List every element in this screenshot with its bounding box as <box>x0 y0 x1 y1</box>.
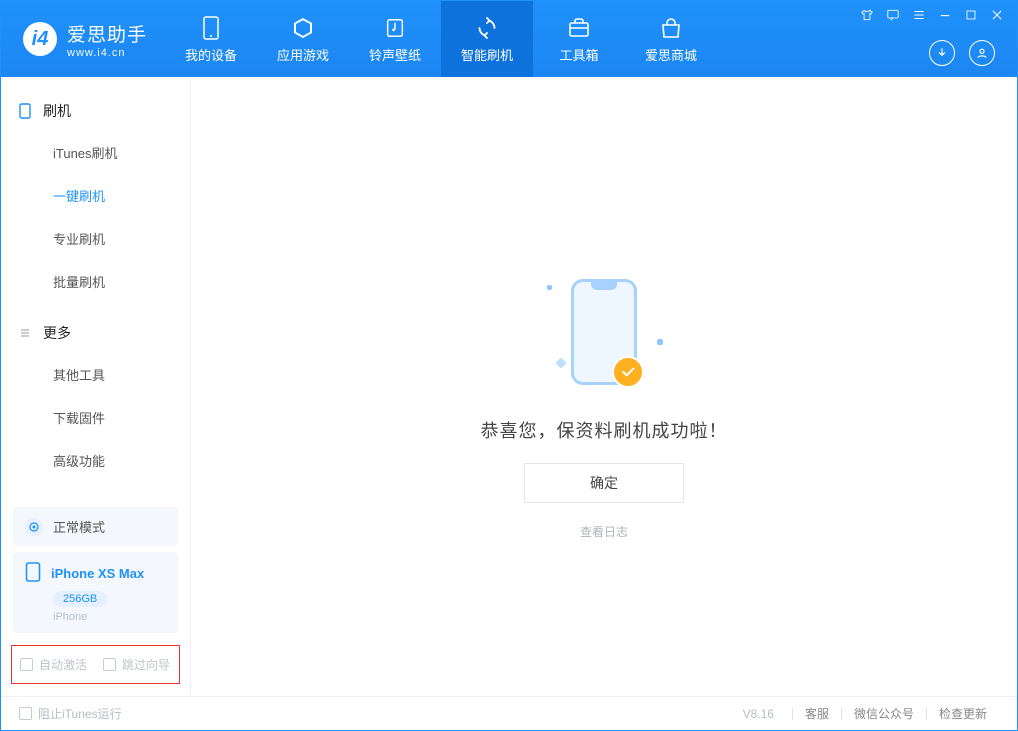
footer-link-update[interactable]: 检查更新 <box>927 705 999 722</box>
close-button[interactable] <box>987 5 1007 25</box>
flash-result: 恭喜您，保资料刷机成功啦！ 确定 查看日志 <box>191 267 1017 540</box>
checkbox-auto-activate[interactable]: 自动激活 <box>20 656 87 673</box>
nav-tab-toolbox[interactable]: 工具箱 <box>533 1 625 77</box>
body: 刷机 iTunes刷机 一键刷机 专业刷机 批量刷机 更多 其他工具 下载固件 … <box>1 77 1017 696</box>
sidebar-item-pro-flash[interactable]: 专业刷机 <box>1 217 190 260</box>
footer: 阻止iTunes运行 V8.16 客服 微信公众号 检查更新 <box>1 696 1017 730</box>
sidebar-item-itunes-flash[interactable]: iTunes刷机 <box>1 131 190 174</box>
logo-text: 爱思助手 www.i4.cn <box>67 20 147 59</box>
nav-label: 爱思商城 <box>645 45 697 64</box>
phone-outline-icon <box>25 562 41 585</box>
side-group-flash[interactable]: 刷机 <box>1 91 190 131</box>
briefcase-icon <box>566 15 592 41</box>
titlebar: i4 爱思助手 www.i4.cn 我的设备 应用游戏 <box>1 1 1017 77</box>
side-group-label: 更多 <box>43 323 71 343</box>
device-mode-card[interactable]: 正常模式 <box>13 507 178 546</box>
account-controls <box>929 29 1009 77</box>
sparkle-icon <box>547 285 552 290</box>
app-name-en: www.i4.cn <box>67 47 147 59</box>
phone-small-icon <box>19 103 33 119</box>
success-message: 恭喜您，保资料刷机成功啦！ <box>481 417 728 443</box>
device-os-label: iPhone <box>53 611 166 623</box>
device-info-card[interactable]: iPhone XS Max 256GB iPhone <box>13 552 178 633</box>
footer-right: V8.16 客服 微信公众号 检查更新 <box>743 705 999 722</box>
refresh-icon <box>474 15 500 41</box>
window-controls <box>857 1 1009 29</box>
list-icon <box>19 327 33 339</box>
logo-block: i4 爱思助手 www.i4.cn <box>1 1 165 77</box>
checkbox-icon <box>103 658 116 671</box>
ok-button[interactable]: 确定 <box>524 463 684 503</box>
version-label: V8.16 <box>743 707 774 721</box>
nav-label: 工具箱 <box>560 45 599 64</box>
sidebar-item-download-firmware[interactable]: 下载固件 <box>1 396 190 439</box>
nav-tab-smart-flash[interactable]: 智能刷机 <box>441 1 533 77</box>
view-log-link[interactable]: 查看日志 <box>580 523 628 540</box>
success-illustration <box>539 267 669 397</box>
nav-tab-my-device[interactable]: 我的设备 <box>165 1 257 77</box>
nav-tab-store[interactable]: 爱思商城 <box>625 1 717 77</box>
sidebar-item-other-tools[interactable]: 其他工具 <box>1 353 190 396</box>
main-panel: 恭喜您，保资料刷机成功啦！ 确定 查看日志 <box>191 77 1017 696</box>
nav-label: 我的设备 <box>185 45 237 64</box>
footer-link-wechat[interactable]: 微信公众号 <box>842 705 926 722</box>
app-name-cn: 爱思助手 <box>67 20 147 47</box>
sidebar-item-advanced[interactable]: 高级功能 <box>1 439 190 482</box>
phone-icon <box>198 15 224 41</box>
device-mode-label: 正常模式 <box>53 517 105 536</box>
device-storage-badge: 256GB <box>53 591 107 607</box>
tshirt-icon[interactable] <box>857 5 877 25</box>
device-name: iPhone XS Max <box>51 566 144 581</box>
options-row-highlighted: 自动激活 跳过向导 <box>11 645 180 684</box>
checkbox-label: 阻止iTunes运行 <box>38 705 122 722</box>
footer-link-support[interactable]: 客服 <box>793 705 841 722</box>
cube-icon <box>290 15 316 41</box>
checkbox-icon <box>19 707 32 720</box>
nav-label: 应用游戏 <box>277 45 329 64</box>
nav-label: 智能刷机 <box>461 45 513 64</box>
user-button[interactable] <box>969 40 995 66</box>
checkbox-label: 跳过向导 <box>122 656 170 673</box>
side-list: 刷机 iTunes刷机 一键刷机 专业刷机 批量刷机 更多 其他工具 下载固件 … <box>1 77 190 493</box>
checkbox-label: 自动激活 <box>39 656 87 673</box>
download-button[interactable] <box>929 40 955 66</box>
minimize-button[interactable] <box>935 5 955 25</box>
sparkle-icon <box>657 339 663 345</box>
nav-tab-apps-games[interactable]: 应用游戏 <box>257 1 349 77</box>
checkbox-skip-guide[interactable]: 跳过向导 <box>103 656 170 673</box>
check-circle-icon <box>612 356 644 388</box>
side-group-more[interactable]: 更多 <box>1 313 190 353</box>
app-logo-icon: i4 <box>23 22 57 56</box>
sidebar: 刷机 iTunes刷机 一键刷机 专业刷机 批量刷机 更多 其他工具 下载固件 … <box>1 77 191 696</box>
device-area: 正常模式 iPhone XS Max 256GB iPhone 自动激活 <box>1 493 190 696</box>
nav-tab-ringtone-wallpaper[interactable]: 铃声壁纸 <box>349 1 441 77</box>
title-right <box>849 1 1017 77</box>
checkbox-icon <box>20 658 33 671</box>
nav-label: 铃声壁纸 <box>369 45 421 64</box>
sidebar-item-batch-flash[interactable]: 批量刷机 <box>1 260 190 303</box>
sidebar-item-onekey-flash[interactable]: 一键刷机 <box>1 174 190 217</box>
nav-tabs: 我的设备 应用游戏 铃声壁纸 智能刷机 <box>165 1 717 77</box>
app-window: i4 爱思助手 www.i4.cn 我的设备 应用游戏 <box>0 0 1018 731</box>
feedback-icon[interactable] <box>883 5 903 25</box>
checkbox-block-itunes[interactable]: 阻止iTunes运行 <box>19 705 122 722</box>
maximize-button[interactable] <box>961 5 981 25</box>
side-group-label: 刷机 <box>43 101 71 121</box>
mode-icon <box>25 518 43 536</box>
shop-icon <box>658 15 684 41</box>
phone-illustration <box>571 279 637 385</box>
menu-icon[interactable] <box>909 5 929 25</box>
music-icon <box>382 15 408 41</box>
sparkle-icon <box>555 357 566 368</box>
